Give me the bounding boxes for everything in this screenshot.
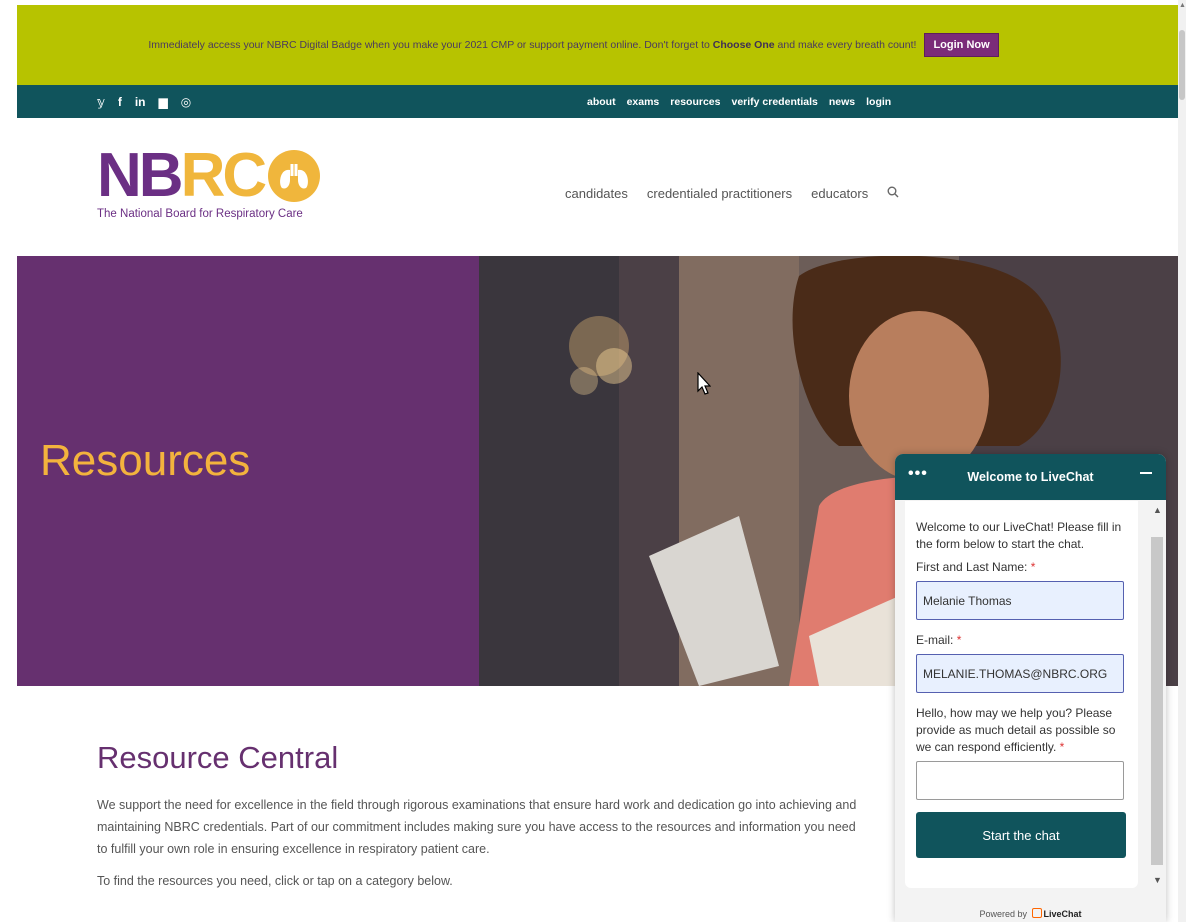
content-paragraph: We support the need for excellence in th… xyxy=(97,798,857,856)
help-label-text: Hello, how may we help you? Please provi… xyxy=(916,706,1116,754)
top-links: about exams resources verify credentials… xyxy=(587,85,891,118)
email-label: E-mail: * xyxy=(916,632,1128,649)
youtube-icon[interactable]: ▆ xyxy=(159,95,168,109)
main-nav-candidates[interactable]: candidates xyxy=(565,186,628,201)
lungs-icon xyxy=(268,150,321,202)
top-nav-news[interactable]: news xyxy=(829,96,855,108)
search-icon[interactable] xyxy=(887,186,899,201)
required-mark: * xyxy=(1030,560,1036,574)
livechat-form: Welcome to our LiveChat! Please fill in … xyxy=(905,501,1138,888)
top-nav-resources[interactable]: resources xyxy=(670,96,720,108)
powered-by-livechat[interactable]: Powered by LiveChat xyxy=(895,908,1166,919)
main-nav-educators[interactable]: educators xyxy=(811,186,868,201)
livechat-header: ••• Welcome to LiveChat xyxy=(895,454,1166,500)
announcement-text: Immediately access your NBRC Digital Bad… xyxy=(148,39,916,51)
livechat-brand: LiveChat xyxy=(1043,909,1082,919)
livechat-menu-icon[interactable]: ••• xyxy=(908,465,928,483)
required-mark: * xyxy=(1059,740,1065,754)
page-scrollbar[interactable]: ▲ xyxy=(1178,0,1186,922)
logo-wordmark: NB RC xyxy=(97,141,321,210)
content-section: Resource Central We support the need for… xyxy=(97,740,867,892)
top-nav-bar: 𝕪 f in ▆ ◎ about exams resources verify … xyxy=(17,85,1178,118)
content-instruction: To find the resources you need, click or… xyxy=(97,874,453,888)
name-field[interactable]: Melanie Thomas xyxy=(916,581,1124,620)
scroll-up-icon[interactable]: ▲ xyxy=(1179,2,1186,9)
facebook-icon[interactable]: f xyxy=(118,95,122,109)
nbrc-logo[interactable]: NB RC The National Board for Respiratory… xyxy=(97,141,321,220)
email-label-text: E-mail: xyxy=(916,633,954,647)
top-nav-exams[interactable]: exams xyxy=(627,96,660,108)
livechat-scrollbar[interactable]: ▲ ▼ xyxy=(1149,501,1166,888)
livechat-scroll-up-icon[interactable]: ▲ xyxy=(1153,505,1162,515)
required-mark: * xyxy=(956,633,962,647)
livechat-logo-icon xyxy=(1031,908,1042,918)
content-heading: Resource Central xyxy=(97,740,339,775)
livechat-title: Welcome to LiveChat xyxy=(967,470,1094,484)
top-nav-verify-credentials[interactable]: verify credentials xyxy=(731,96,817,108)
email-field[interactable]: MELANIE.THOMAS@NBRC.ORG xyxy=(916,654,1124,693)
help-label: Hello, how may we help you? Please provi… xyxy=(916,705,1128,756)
minimize-icon[interactable] xyxy=(1140,472,1152,474)
login-now-button[interactable]: Login Now xyxy=(924,33,999,57)
announcement-bar: Immediately access your NBRC Digital Bad… xyxy=(17,5,1178,85)
livechat-scrollbar-thumb[interactable] xyxy=(1151,537,1163,865)
announcement-bold: Choose One xyxy=(712,39,775,51)
livechat-intro: Welcome to our LiveChat! Please fill in … xyxy=(916,520,1122,551)
twitter-icon[interactable]: 𝕪 xyxy=(97,95,105,109)
livechat-widget: ••• Welcome to LiveChat Welcome to our L… xyxy=(895,454,1166,922)
announcement-text-before: Immediately access your NBRC Digital Bad… xyxy=(148,39,710,51)
social-links: 𝕪 f in ▆ ◎ xyxy=(97,85,191,118)
instagram-icon[interactable]: ◎ xyxy=(181,95,191,109)
top-nav-login[interactable]: login xyxy=(866,96,891,108)
logo-subtitle: The National Board for Respiratory Care xyxy=(97,208,303,220)
hero-title: Resources xyxy=(40,436,251,485)
logo-nb: NB xyxy=(97,141,184,210)
name-label: First and Last Name: * xyxy=(916,559,1128,576)
announcement-text-after: and make every breath count! xyxy=(777,39,917,51)
linkedin-icon[interactable]: in xyxy=(135,95,146,109)
logo-rc: RC xyxy=(180,141,268,210)
main-nav: candidates credentialed practitioners ed… xyxy=(565,186,899,201)
powered-by-text: Powered by xyxy=(979,909,1027,919)
mouse-cursor-icon xyxy=(697,372,711,395)
site-header: NB RC The National Board for Respiratory… xyxy=(17,118,1178,256)
main-nav-credentialed-practitioners[interactable]: credentialed practitioners xyxy=(647,186,792,201)
livechat-scroll-down-icon[interactable]: ▼ xyxy=(1153,875,1162,885)
start-chat-button[interactable]: Start the chat xyxy=(916,812,1126,858)
name-label-text: First and Last Name: xyxy=(916,560,1028,574)
hero-banner: Resources xyxy=(17,256,479,686)
top-nav-about[interactable]: about xyxy=(587,96,616,108)
help-message-field[interactable] xyxy=(916,761,1124,800)
scrollbar-thumb[interactable] xyxy=(1179,30,1185,100)
